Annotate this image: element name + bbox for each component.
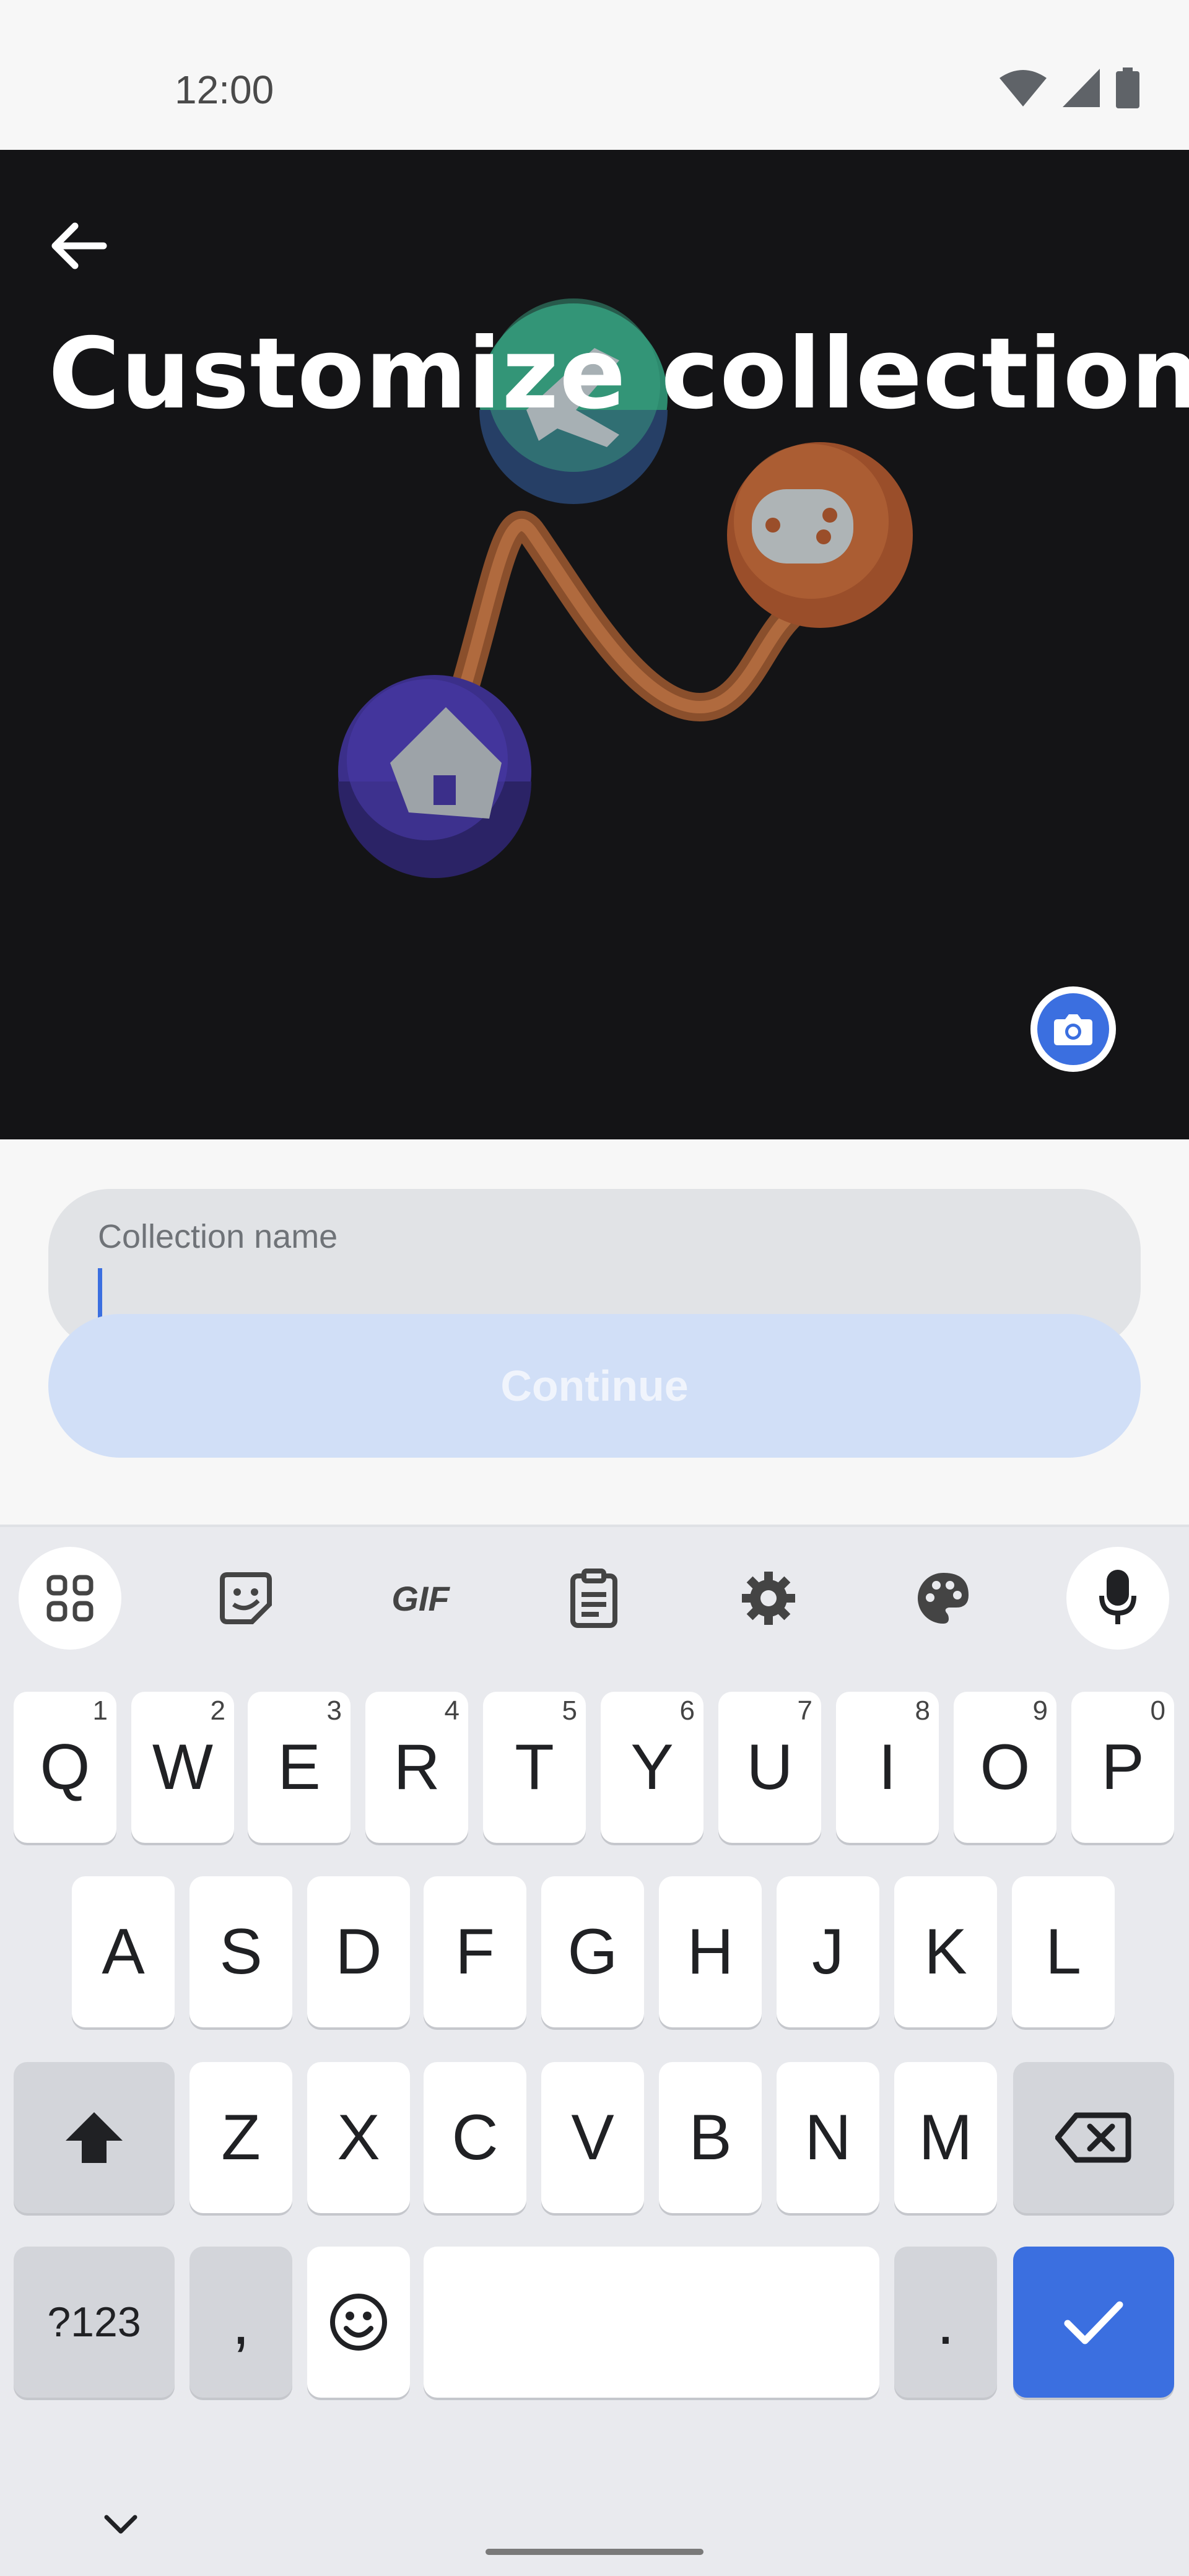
shift-icon [66,2112,123,2163]
page-title: Customize collection [48,317,1189,431]
comma-key[interactable]: , [189,2247,292,2398]
wifi-icon [1000,69,1047,110]
key-v[interactable]: V [541,2062,644,2213]
emoji-icon [330,2294,387,2351]
shift-key[interactable] [14,2062,175,2213]
key-t[interactable]: T5 [483,1692,586,1843]
palette-icon[interactable] [892,1547,995,1650]
battery-icon [1116,67,1139,111]
apps-grid-icon[interactable] [19,1547,121,1650]
key-z[interactable]: Z [189,2062,292,2213]
camera-icon [1054,1014,1092,1045]
key-p[interactable]: P0 [1071,1692,1174,1843]
key-m[interactable]: M [894,2062,997,2213]
change-cover-button[interactable] [1030,986,1116,1072]
microphone-icon[interactable] [1066,1547,1169,1650]
keyboard: GIF Q1 W2 E3 R4 T5 Y 6 U 7 I 8 O 9 P 0 A… [0,1525,1189,2576]
settings-gear-icon[interactable] [717,1547,820,1650]
key-k[interactable]: K [894,1876,997,2027]
key-c[interactable]: C [424,2062,526,2213]
key-g[interactable]: G [541,1876,644,2027]
gesture-nav-handle[interactable] [486,2549,703,2555]
backspace-key[interactable] [1013,2062,1174,2213]
hide-keyboard-button[interactable] [87,2491,155,2559]
checkmark-icon [1064,2301,1123,2344]
key-r[interactable]: R4 [365,1692,468,1843]
key-b[interactable]: B [659,2062,762,2213]
key-u[interactable]: U7 [718,1692,821,1843]
sticker-icon[interactable] [194,1547,297,1650]
key-w[interactable]: W2 [131,1692,234,1843]
clipboard-icon[interactable] [542,1547,645,1650]
key-i[interactable]: I8 [836,1692,939,1843]
key-q[interactable]: Q1 [14,1692,116,1843]
collection-illustration [338,298,913,878]
key-o[interactable]: O9 [954,1692,1056,1843]
chevron-down-icon [104,2515,137,2534]
key-j[interactable]: J [777,1876,879,2027]
key-x[interactable]: X [307,2062,410,2213]
arrow-left-icon [51,222,107,269]
gamepad-icon [752,489,853,564]
continue-button[interactable]: Continue [48,1314,1141,1458]
cell-signal-icon [1063,68,1100,110]
back-button[interactable] [37,206,118,286]
hero-header: Customize collection [0,150,1189,1139]
key-a[interactable]: A [72,1876,175,2027]
key-h[interactable]: H [659,1876,762,2027]
key-y[interactable]: Y6 [601,1692,703,1843]
backspace-icon [1055,2112,1131,2163]
status-icons [1000,67,1139,111]
key-s[interactable]: S [189,1876,292,2027]
space-key[interactable] [424,2247,879,2398]
key-d[interactable]: D [307,1876,410,2027]
done-key[interactable] [1013,2247,1174,2398]
gif-icon[interactable]: GIF [369,1547,472,1650]
collection-name-label: Collection name [98,1218,338,1255]
status-time: 12:00 [175,67,274,112]
emoji-key[interactable] [307,2247,410,2398]
key-f[interactable]: F [424,1876,526,2027]
key-e[interactable]: E3 [248,1692,351,1843]
status-bar: 12:00 [0,0,1189,150]
key-n[interactable]: N [777,2062,879,2213]
key-l[interactable]: L [1012,1876,1115,2027]
period-key[interactable]: . [894,2247,997,2398]
symbols-key[interactable]: ?123 [14,2247,175,2398]
text-cursor [98,1268,102,1318]
